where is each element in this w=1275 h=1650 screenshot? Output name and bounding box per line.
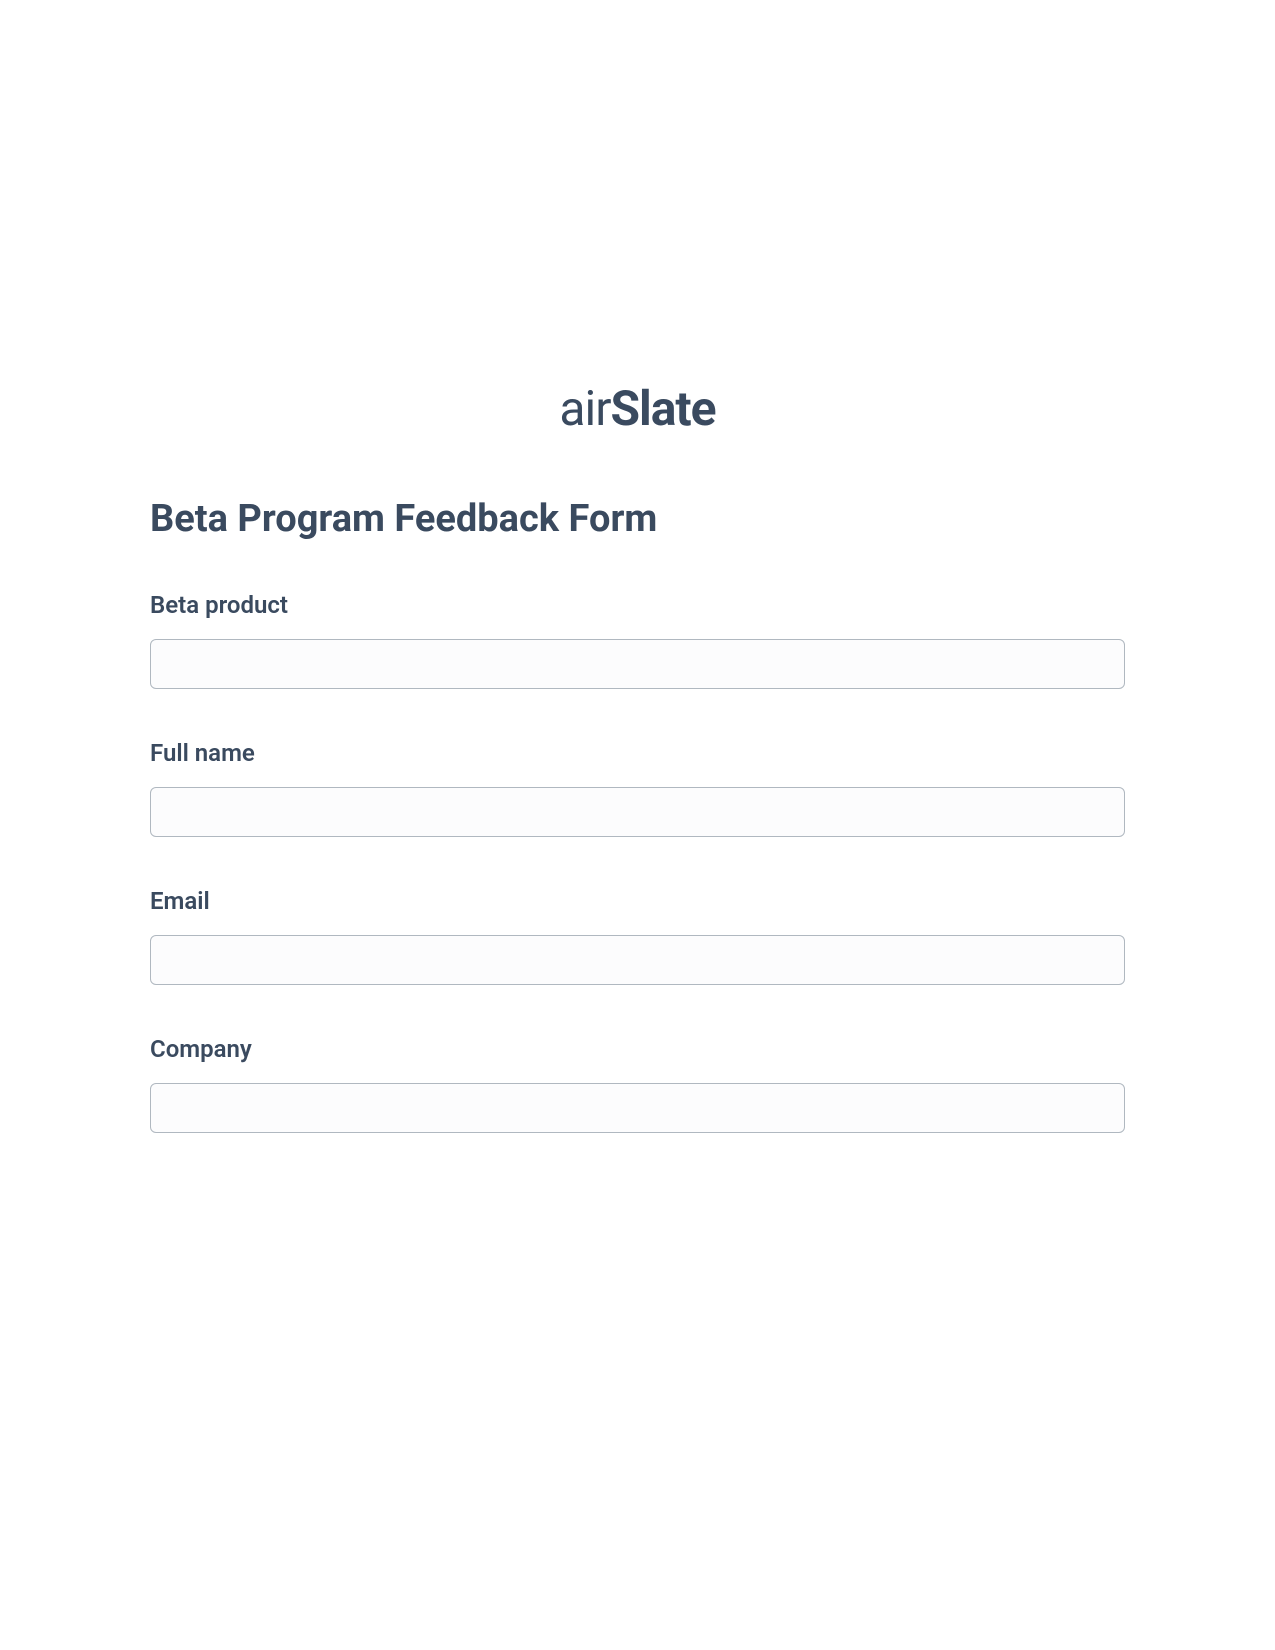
input-email[interactable] (150, 935, 1125, 985)
field-email: Email (150, 887, 1125, 985)
input-full-name[interactable] (150, 787, 1125, 837)
field-full-name: Full name (150, 739, 1125, 837)
logo-text: airSlate (559, 380, 715, 437)
label-company: Company (150, 1035, 1125, 1063)
field-company: Company (150, 1035, 1125, 1133)
logo-part2: Slate (610, 380, 715, 437)
brand-logo: airSlate (150, 380, 1125, 437)
logo-part1: air (559, 380, 610, 437)
form-page: airSlate Beta Program Feedback Form Beta… (0, 0, 1275, 1133)
label-email: Email (150, 887, 1125, 915)
field-beta-product: Beta product (150, 591, 1125, 689)
label-beta-product: Beta product (150, 591, 1125, 619)
input-company[interactable] (150, 1083, 1125, 1133)
form-title: Beta Program Feedback Form (150, 497, 1125, 541)
label-full-name: Full name (150, 739, 1125, 767)
input-beta-product[interactable] (150, 639, 1125, 689)
